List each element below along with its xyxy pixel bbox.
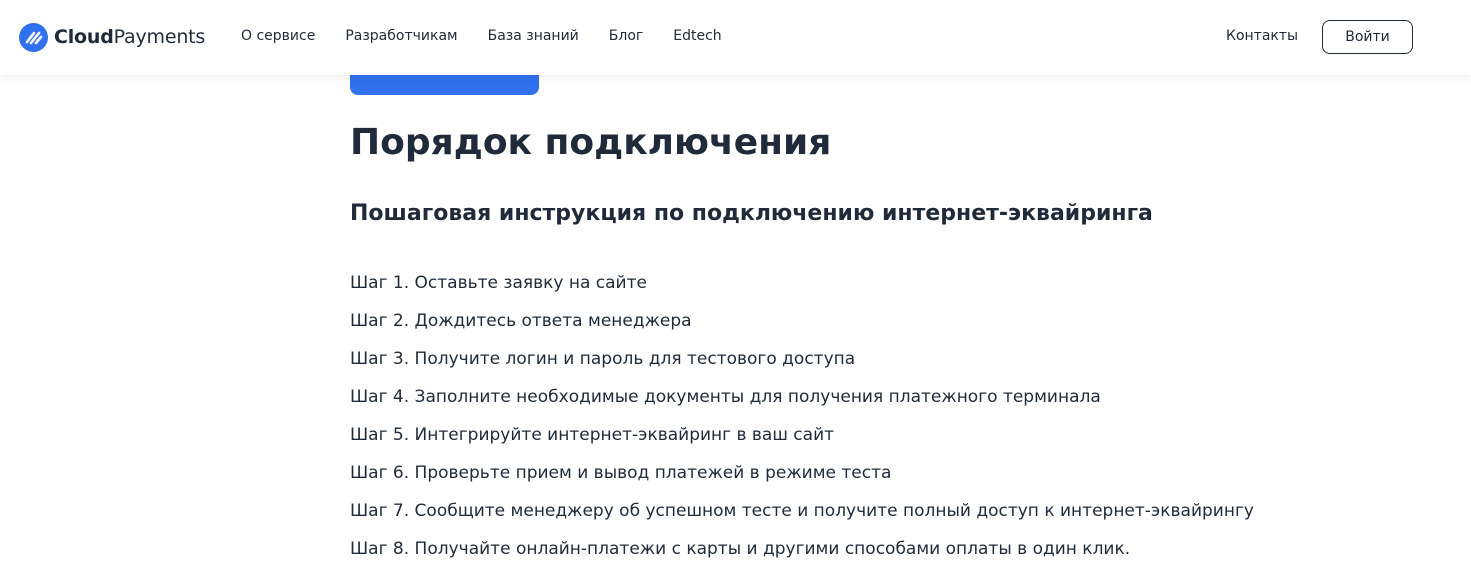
nav-item-knowledge-base[interactable]: База знаний [488,28,579,44]
step-item: Шаг 8. Получайте онлайн-платежи с карты … [350,539,1131,559]
cloudpayments-logo[interactable]: CloudPayments [19,22,205,52]
nav-item-edtech[interactable]: Edtech [673,28,721,44]
logo-text-regular: Payments [113,26,206,48]
logo-text: CloudPayments [54,26,205,48]
logo-text-bold: Cloud [54,26,114,48]
step-item: Шаг 1. Оставьте заявку на сайте [350,273,647,293]
nav-item-blog[interactable]: Блог [609,28,643,44]
logo-icon [19,22,48,52]
section-subtitle: Пошаговая инструкция по подключению инте… [350,201,1153,226]
nav-item-about[interactable]: О сервисе [241,28,315,44]
step-item: Шаг 3. Получите логин и пароль для тесто… [350,349,856,369]
main-nav: О сервисе Разработчикам База знаний Блог… [241,28,752,44]
site-header: CloudPayments О сервисе Разработчикам Ба… [0,0,1471,75]
page-title: Порядок подключения [350,122,832,163]
step-item: Шаг 5. Интегрируйте интернет-эквайринг в… [350,425,835,445]
nav-item-developers[interactable]: Разработчикам [345,28,457,44]
step-item: Шаг 4. Заполните необходимые документы д… [350,387,1101,407]
login-button[interactable]: Войти [1322,20,1413,54]
step-item: Шаг 2. Дождитесь ответа менеджера [350,311,692,331]
contacts-link[interactable]: Контакты [1226,28,1298,44]
step-item: Шаг 7. Сообщите менеджеру об успешном те… [350,501,1254,521]
step-item: Шаг 6. Проверьте прием и вывод платежей … [350,463,892,483]
steps-list: Шаг 1. Оставьте заявку на сайте Шаг 2. Д… [350,264,1254,568]
